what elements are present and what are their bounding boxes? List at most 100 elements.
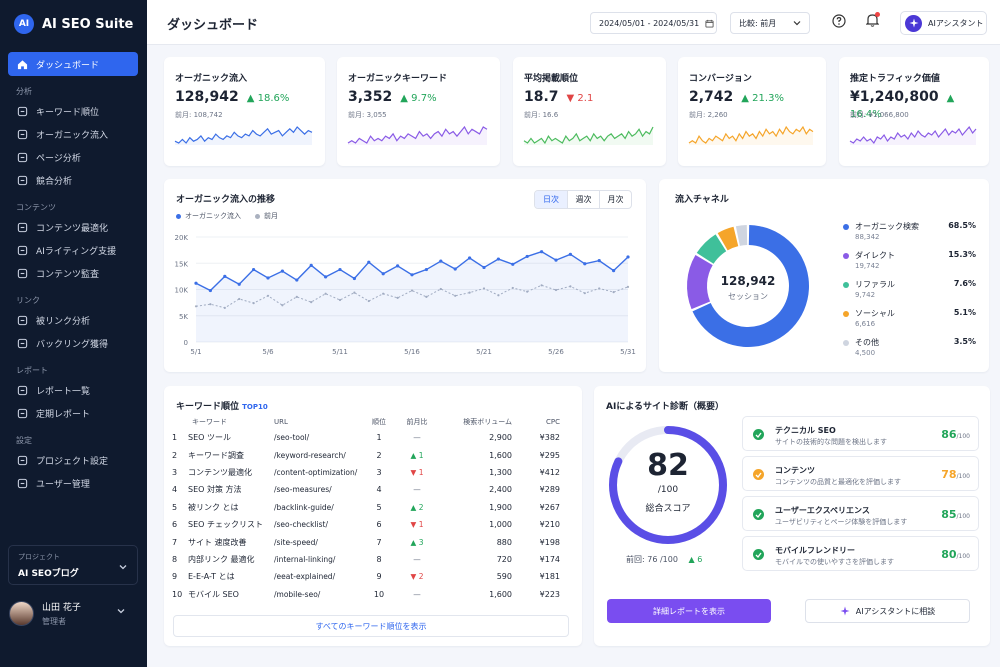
sidebar-item-label: オーガニック流入 (36, 131, 109, 141)
table-row[interactable]: 5 被リンク とは /backlink-guide/ 5 ▲ 2 1,900 ¥… (172, 499, 560, 516)
sidebar-item-label: ページ分析 (36, 154, 81, 164)
kpi-card[interactable]: コンバージョン 2,742 ▲ 21.3% 前月: 2,260 (678, 57, 826, 166)
sidebar-item[interactable]: 被リンク分析 (8, 309, 138, 332)
channel-count: 19,742 (855, 262, 880, 270)
kpi-card[interactable]: 平均掲載順位 18.7 ▼ 2.1 前月: 16.6 (513, 57, 666, 166)
diagnosis-score: 80/100 (941, 548, 970, 561)
ask-ai-button[interactable]: AIアシスタントに相談 (805, 599, 970, 623)
sidebar-item[interactable]: コンテンツ最適化 (8, 216, 138, 239)
url-cell[interactable]: /seo-tool/ (274, 429, 366, 446)
url-cell[interactable]: /site-speed/ (274, 533, 366, 550)
kpi-change: ▲ 21.3% (741, 93, 784, 104)
url-cell[interactable]: /backlink-guide/ (274, 499, 366, 516)
kpi-title: 推定トラフィック価値 (850, 74, 940, 84)
detail-report-button[interactable]: 詳細レポートを表示 (607, 599, 771, 623)
diagnosis-item[interactable]: モバイルフレンドリー モバイルでの使いやすさを評価します 80/100 (742, 536, 979, 571)
kpi-previous: 前月: 3,055 (348, 111, 387, 119)
kpi-card[interactable]: オーガニック流入 128,942 ▲ 18.6% 前月: 108,742 (164, 57, 325, 166)
traffic-trend-card: オーガニック流入の推移 日次 週次 月次 オーガニック流入 前月 0 5K 10K 1… (164, 179, 646, 372)
keyword-cell: サイト 速度改善 (188, 537, 247, 547)
url-cell[interactable]: /seo-checklist/ (274, 516, 366, 533)
ai-assistant-button[interactable]: AIアシスタント (900, 11, 987, 35)
sidebar-item-label: キーワード順位 (36, 108, 100, 118)
volume-cell: 1,600 (489, 450, 512, 460)
diagnosis-desc: モバイルでの使いやすさを評価します (775, 558, 894, 566)
rank-cell: 3 (376, 467, 382, 477)
url-cell[interactable]: /keyword-research/ (274, 446, 366, 463)
project-selector[interactable]: プロジェクト AI SEOブログ (8, 545, 138, 585)
notification-badge (875, 12, 880, 17)
data-point-organic (496, 257, 500, 261)
change-cell: ▲ 2 (410, 502, 424, 512)
kpi-card[interactable]: オーガニックキーワード 3,352 ▲ 9.7% 前月: 3,055 (337, 57, 500, 166)
url-cell[interactable]: /content-optimization/ (274, 464, 366, 481)
sidebar-item[interactable]: プロジェクト設定 (8, 449, 138, 472)
url-cell[interactable]: /seo-measures/ (274, 481, 366, 498)
table-row[interactable]: 2 キーワード調査 /keyword-research/ 2 ▲ 1 1,600… (172, 446, 560, 463)
avatar (9, 600, 34, 626)
user-name: 山田 花子 (42, 602, 81, 613)
diagnosis-item[interactable]: ユーザーエクスペリエンス ユーザビリティとページ体験を評価します 85/100 (742, 496, 979, 531)
sidebar-item[interactable]: レポート一覧 (8, 379, 138, 402)
table-row[interactable]: 1 SEO ツール /seo-tool/ 1 — 2,900 ¥382 (172, 429, 560, 446)
url-cell[interactable]: /internal-linking/ (274, 551, 366, 568)
diagnosis-item[interactable]: テクニカル SEO サイトの技術的な問題を検出します 86/100 (742, 416, 979, 451)
compare-select[interactable]: 比較: 前月 (730, 12, 810, 34)
column-header: URL (274, 418, 288, 426)
logo-badge: AI (14, 14, 34, 34)
table-row[interactable]: 7 サイト 速度改善 /site-speed/ 7 ▲ 3 880 ¥198 (172, 533, 560, 550)
view-all-keywords-link[interactable]: すべてのキーワード順位を表示 (173, 615, 569, 637)
diagnosis-item[interactable]: コンテンツ コンテンツの品質と最適化を評価します 78/100 (742, 456, 979, 491)
sidebar-item[interactable]: コンテンツ監査 (8, 262, 138, 285)
sidebar-item[interactable]: ページ分析 (8, 146, 138, 169)
calendar-icon (16, 408, 28, 420)
kpi-card[interactable]: 推定トラフィック価値 ¥1,240,800 ▲ 16.4% 前月: ¥1,066,… (839, 57, 989, 166)
table-row[interactable]: 10 モバイル SEO /mobile-seo/ 10 — 1,600 ¥223 (172, 586, 560, 603)
donut-slice[interactable] (735, 225, 748, 246)
previous-score: 前回: 76 /100 ▲ 6 (626, 554, 702, 565)
table-row[interactable]: 8 内部リンク 最適化 /internal-linking/ 8 — 720 ¥… (172, 551, 560, 568)
legend-swatch (843, 340, 849, 346)
change-value: 2 (418, 502, 424, 512)
change-cell: ▼ 2 (410, 572, 424, 582)
keyword-cell: SEO ツール (188, 433, 231, 443)
row-index: 5 (172, 502, 178, 512)
data-point-organic (540, 250, 544, 254)
data-point-organic (525, 254, 529, 259)
table-row[interactable]: 6 SEO チェックリスト /seo-checklist/ 6 ▼ 1 1,00… (172, 516, 560, 533)
data-point-organic (439, 259, 443, 263)
sidebar-item[interactable]: オーガニック流入 (8, 123, 138, 146)
y-tick-label: 5K (179, 313, 188, 321)
channel-count: 4,500 (855, 349, 876, 357)
sidebar-item[interactable]: 定期レポート (8, 402, 138, 425)
volume-cell: 720 (496, 554, 512, 564)
sidebar: AI AI SEO Suite ダッシュボード 分析 キーワード順位 オーガニック流… (0, 0, 147, 667)
notifications-button[interactable] (865, 12, 880, 30)
kpi-sparkline (347, 125, 488, 145)
legend-swatch (843, 253, 849, 259)
help-button[interactable] (832, 14, 846, 31)
app-logo[interactable]: AI AI SEO Suite (14, 14, 133, 34)
kpi-title: オーガニックキーワード (348, 74, 448, 84)
sidebar-item[interactable]: キーワード順位 (8, 100, 138, 123)
table-row[interactable]: 9 E-E-A-T とは /eeat-explained/ 9 ▼ 2 590 … (172, 568, 560, 585)
sidebar-item[interactable]: 競合分析 (8, 169, 138, 192)
cpc-cell: ¥289 (539, 485, 560, 495)
table-row[interactable]: 3 コンテンツ最適化 /content-optimization/ 3 ▼ 1 … (172, 464, 560, 481)
rank-cell: 8 (376, 554, 382, 564)
url-cell[interactable]: /mobile-seo/ (274, 586, 366, 603)
change-cell: ▲ 3 (410, 537, 424, 547)
sidebar-item[interactable]: ユーザー管理 (8, 472, 138, 495)
url-cell[interactable]: /eeat-explained/ (274, 568, 366, 585)
channel-name: その他 (855, 338, 879, 347)
legend-swatch (843, 224, 849, 230)
sidebar-item[interactable]: バックリング獲得 (8, 332, 138, 355)
channel-legend-item: オーガニック検索 88,342 68.5% (843, 221, 976, 250)
table-row[interactable]: 4 SEO 対策 方法 /seo-measures/ 4 — 2,400 ¥28… (172, 481, 560, 498)
sidebar-item[interactable]: AIライティング支援 (8, 239, 138, 262)
x-tick-label: 5/31 (620, 348, 636, 356)
data-point-organic (482, 265, 486, 270)
date-range-picker[interactable]: 2024/05/01 - 2024/05/31 (590, 12, 717, 34)
sidebar-item-dashboard[interactable]: ダッシュボード (8, 52, 138, 76)
user-menu[interactable]: 山田 花子 管理者 (9, 600, 139, 626)
